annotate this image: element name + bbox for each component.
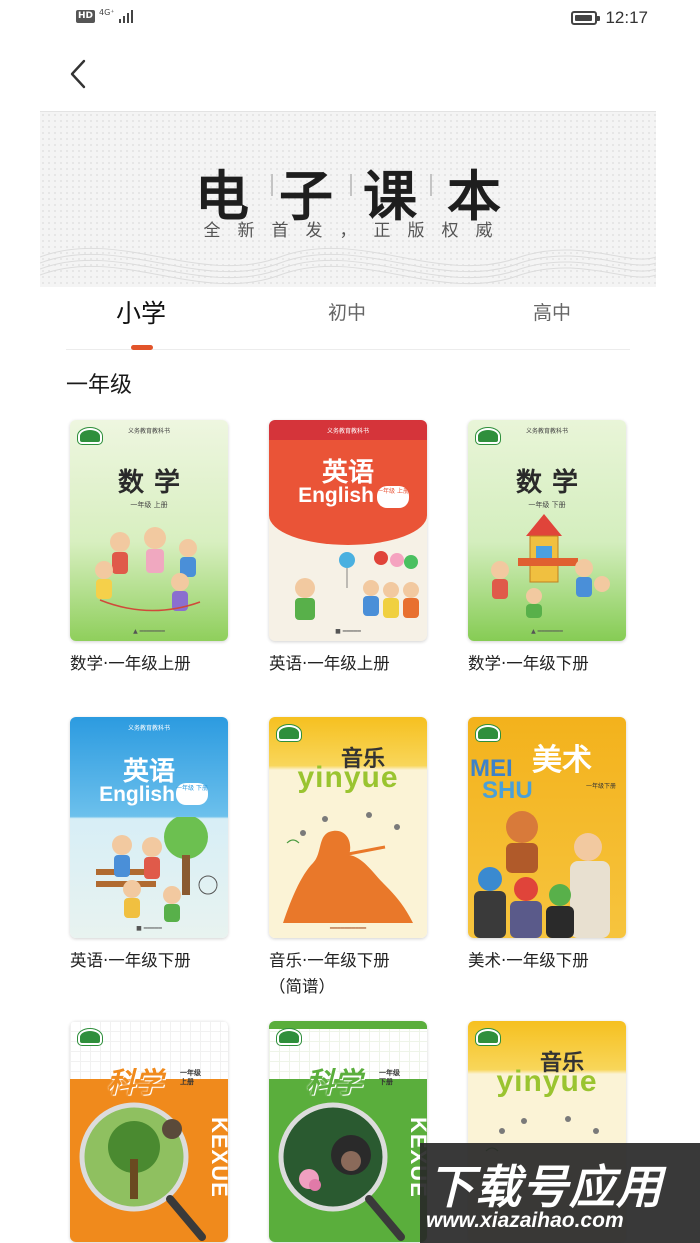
cover-subtitle: 一年级 上册 — [180, 1069, 201, 1086]
back-button[interactable] — [58, 54, 98, 94]
cover-publisher: ■ ━━━━━ — [335, 628, 361, 635]
book-title: 数学·一年级上册 — [70, 654, 191, 673]
book-cover: 科学 一年级 下册 KEXUE — [269, 1021, 427, 1242]
tab-primary[interactable]: 小学 — [116, 294, 166, 330]
book-title: 英语·一年级下册 — [70, 951, 191, 970]
children-painted-faces-illustration-icon — [474, 811, 610, 938]
cover-series: 义务教育教科书 — [127, 428, 170, 435]
clock: 12:17 — [605, 8, 648, 27]
book-card[interactable]: 义务教育教科书 数学 一年级 上册 ▲ ━━━━━━━ 数学·一年级上册 — [70, 420, 232, 677]
book-title: 数学·一年级下册 — [468, 654, 589, 673]
book-card[interactable]: 科学 一年级 下册 KEXUE — [269, 1021, 431, 1242]
book-title-line: （简谱） — [269, 977, 335, 996]
cover-publisher: ▲ ━━━━━━━ — [531, 628, 563, 635]
network-type: 4G⁺ — [99, 8, 115, 17]
status-right: 12:17 — [571, 8, 648, 28]
cover-grade-badge: 一年级 上册 — [377, 486, 409, 508]
silhouette-flute-illustration-icon — [283, 812, 413, 923]
hd-badge: HD — [76, 9, 96, 23]
book-cover: 义务教育教科书 数学 一年级 下册 ▲ ━━━━━━━ — [468, 420, 626, 641]
book-cover: 音乐 yinyue ━━━━━━━━━━ — [269, 717, 427, 938]
cover-title-english: yinyue — [297, 761, 399, 794]
battery-icon — [571, 11, 601, 25]
tab-junior-high[interactable]: 初中 — [328, 298, 366, 325]
children-illustration-icon — [95, 527, 201, 612]
banner-separator — [430, 174, 432, 196]
book-card[interactable]: 科学 一年级 上册 KEXUE — [70, 1021, 232, 1242]
cover-series: 义务教育教科书 — [127, 725, 170, 732]
book-cover: 科学 一年级 上册 KEXUE — [70, 1021, 228, 1242]
cover-subtitle: 一年级下册 — [586, 783, 617, 790]
cover-side-text: KEXUE — [207, 1117, 228, 1198]
tab-senior-high[interactable]: 高中 — [533, 298, 571, 325]
banner-subtitle: 全新首发，正版权威 — [203, 221, 510, 241]
watermark-overlay: 下载号应用 www.xiazaihao.com — [420, 1143, 700, 1243]
back-arrow-icon — [70, 59, 86, 89]
publisher-logo-icon — [277, 725, 301, 741]
cover-grade-badge: 一年级 下册 — [176, 783, 208, 805]
watermark-line2: www.xiazaihao.com — [426, 1209, 624, 1232]
cover-title: 数学 — [117, 468, 190, 498]
playground-illustration-icon — [491, 514, 610, 618]
cover-publisher: ▲ ━━━━━━━ — [133, 628, 165, 635]
cover-publisher: ━━━━━━━━━━ — [329, 925, 367, 932]
book-cover: 义务教育教科书 数学 一年级 上册 ▲ ━━━━━━━ — [70, 420, 228, 641]
magnifier-tree-illustration-icon — [79, 1102, 206, 1241]
book-title: 美术·一年级下册 — [468, 951, 589, 970]
banner-separator — [271, 174, 273, 196]
book-card[interactable]: 义务教育教科书 数学 一年级 下册 ▲ ━━━━━━━ 数学·一年级下册 — [468, 420, 630, 677]
section-title: 一年级 — [66, 373, 133, 398]
signal-icon — [118, 9, 133, 23]
watermark-line1: 下载号应用 — [428, 1160, 663, 1214]
cover-title-english: SHU — [482, 777, 533, 804]
park-bench-illustration-icon — [96, 817, 218, 922]
children-balloons-illustration-icon — [295, 551, 419, 620]
banner: 电子课本 全新首发，正版权威 — [40, 112, 656, 287]
cover-subtitle: 一年级 下册 — [528, 501, 566, 509]
publisher-logo-icon — [476, 1029, 500, 1045]
publisher-logo-icon — [78, 1029, 102, 1045]
book-title: 英语·一年级上册 — [269, 654, 390, 673]
cover-title-english: yinyue — [496, 1065, 598, 1098]
book-card[interactable]: 义务教育教科书 英语 English 一年级 上册 ■ ━━━━━ 英语·一年级… — [269, 420, 431, 677]
magnifier-chimpanzee-illustration-icon — [278, 1102, 405, 1241]
cover-publisher: ■ ━━━━━ — [136, 925, 162, 932]
book-card[interactable]: 义务教育教科书 英语 English 一年级 下册 ■ ━━━━━ 英语·一年级… — [70, 717, 232, 974]
status-left: HD 4G⁺ — [76, 9, 133, 23]
banner-separator — [350, 174, 352, 196]
cover-subtitle: 一年级 上册 — [130, 501, 168, 509]
tab-indicator — [131, 345, 153, 350]
cover-title: 美术 — [532, 743, 592, 778]
battery-level — [575, 15, 592, 21]
book-card[interactable]: 美术 MEI SHU 一年级下册 美术·一年级下册 — [468, 717, 630, 974]
book-title: 音乐·一年级下册 （简谱） — [269, 948, 431, 1000]
book-title-line: 音乐·一年级下册 — [269, 951, 390, 970]
cover-top-band — [269, 1021, 427, 1029]
book-card[interactable]: 音乐 yinyue ━━━━━━━━━━ 音乐·一年级下册 （简谱） — [269, 717, 431, 1000]
book-cover: 义务教育教科书 英语 English 一年级 下册 ■ ━━━━━ — [70, 717, 228, 938]
cover-subtitle: 一年级 下册 — [379, 1069, 400, 1086]
grade-tabs: 小学 初中 高中 — [66, 298, 630, 350]
cover-series: 义务教育教科书 — [326, 428, 369, 435]
cover-title: 数学 — [515, 468, 588, 498]
status-bar: HD 4G⁺ 12:17 — [0, 0, 700, 38]
cover-series: 义务教育教科书 — [525, 428, 568, 435]
publisher-logo-icon — [476, 725, 500, 741]
publisher-logo-icon — [277, 1029, 301, 1045]
book-cover: 美术 MEI SHU 一年级下册 — [468, 717, 626, 938]
book-cover: 义务教育教科书 英语 English 一年级 上册 ■ ━━━━━ — [269, 420, 427, 641]
